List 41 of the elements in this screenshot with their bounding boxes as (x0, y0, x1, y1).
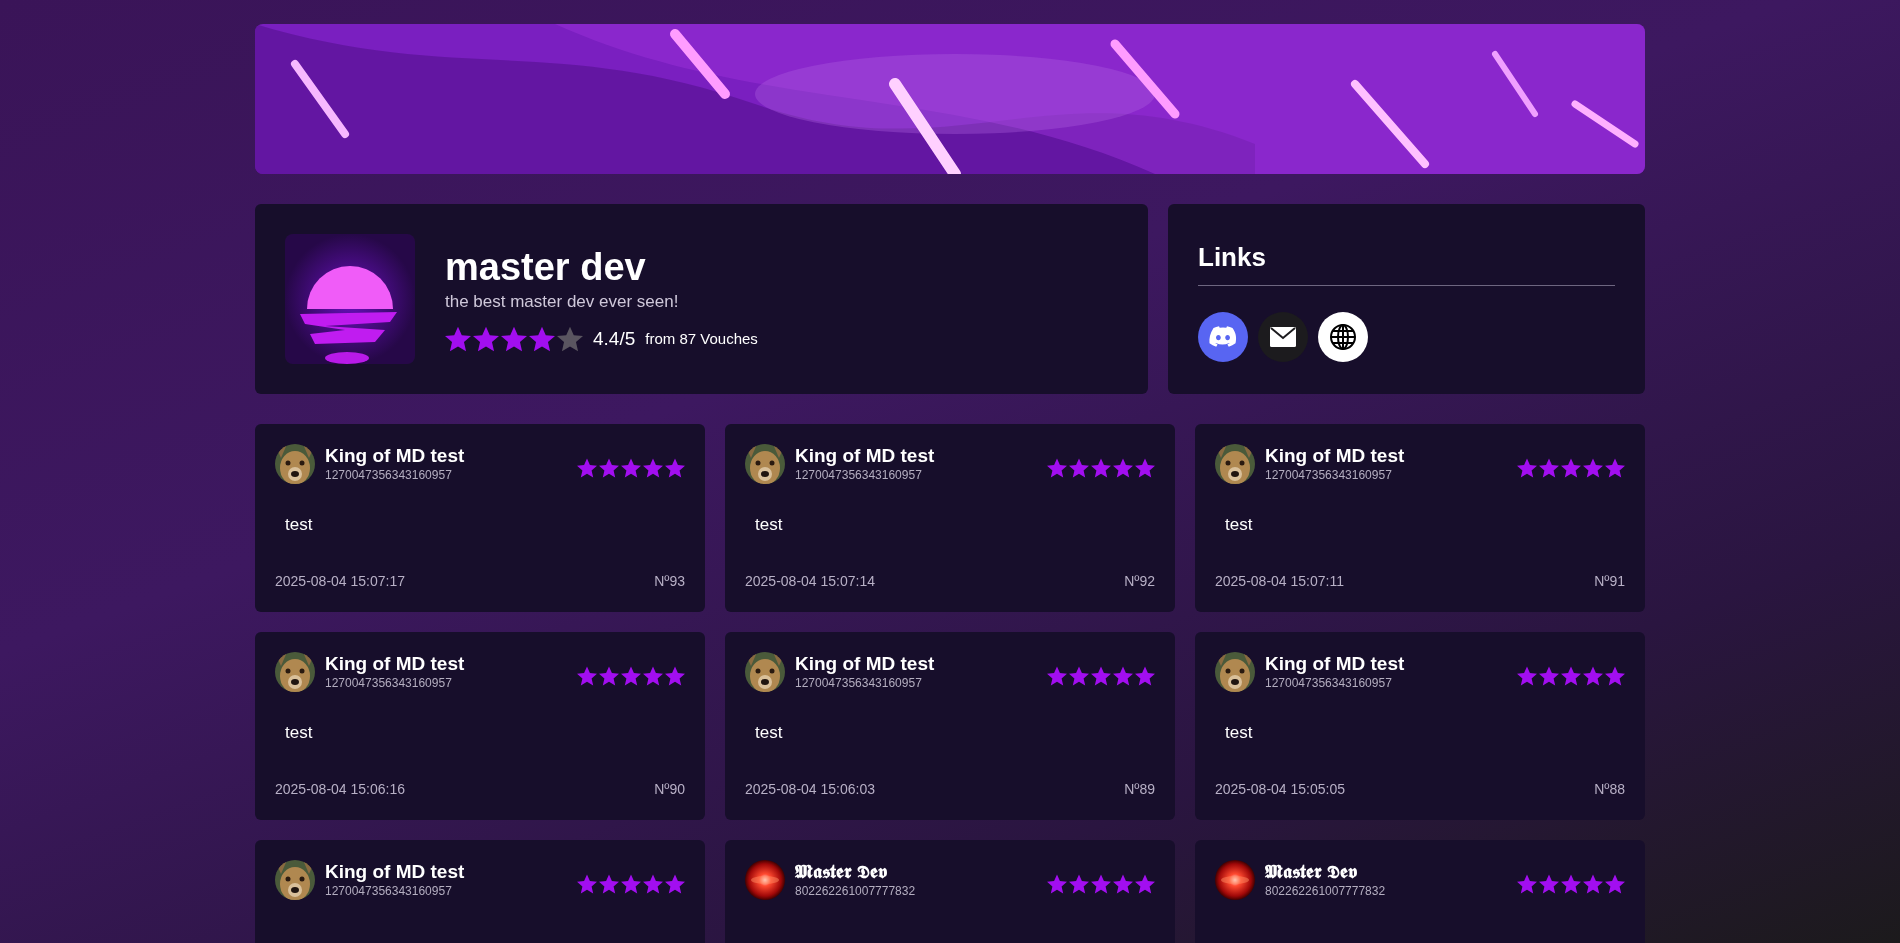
reviewer-name: King of MD test (325, 860, 466, 884)
reviewer-name: 𝕸𝖆𝖘𝖙𝖊𝖗 𝕯𝖊𝖛 (1265, 860, 1359, 884)
reviewer-name: King of MD test (325, 652, 466, 676)
vouch-number: Nº92 (1124, 572, 1155, 591)
vouch-number: Nº93 (654, 572, 685, 591)
vouch-text: test (285, 514, 314, 536)
vouch-date: 2025-08-04 15:06:03 (745, 780, 875, 799)
vouch-text: test (755, 722, 784, 744)
reviewer-id: 1270047356343160957 (325, 884, 453, 898)
reviewer-name: King of MD test (325, 444, 466, 468)
reviewer-id: 1270047356343160957 (795, 468, 923, 482)
vouch-number: Nº91 (1594, 572, 1625, 591)
reviewer-name: King of MD test (795, 652, 936, 676)
vouch-date: 2025-08-04 15:05:05 (1215, 780, 1345, 799)
vouch-number: Nº88 (1594, 780, 1625, 799)
reviewer-id: 802262261007777832 (795, 884, 917, 898)
reviewer-id: 802262261007777832 (1265, 884, 1387, 898)
vouch-text: test (1225, 722, 1254, 744)
vouch-number: Nº89 (1124, 780, 1155, 799)
vouch-text: test (755, 514, 784, 536)
reviewer-name: King of MD test (795, 444, 936, 468)
reviewer-name: King of MD test (1265, 444, 1406, 468)
reviewer-id: 1270047356343160957 (1265, 676, 1393, 690)
links-title: Links (1198, 238, 1615, 286)
vouch-count: from 87 Vouches (645, 328, 758, 349)
reviewer-id: 1270047356343160957 (1265, 468, 1393, 482)
vouch-date: 2025-08-04 15:07:11 (1215, 572, 1344, 591)
profile-bio: the best master dev ever seen! (445, 291, 680, 313)
vouch-date: 2025-08-04 15:06:16 (275, 780, 405, 799)
reviewer-name: 𝕸𝖆𝖘𝖙𝖊𝖗 𝕯𝖊𝖛 (795, 860, 889, 884)
reviewer-id: 1270047356343160957 (325, 468, 453, 482)
reviewer-id: 1270047356343160957 (325, 676, 453, 690)
profile-name: master dev (445, 245, 647, 289)
reviewer-name: King of MD test (1265, 652, 1406, 676)
vouch-date: 2025-08-04 15:07:14 (745, 572, 875, 591)
rating-score: 4.4/5 (593, 326, 636, 351)
vouch-number: Nº90 (654, 780, 685, 799)
vouch-text: test (1225, 514, 1254, 536)
vouch-date: 2025-08-04 15:07:17 (275, 572, 405, 591)
vouch-text: test (285, 722, 314, 744)
reviewer-id: 1270047356343160957 (795, 676, 923, 690)
